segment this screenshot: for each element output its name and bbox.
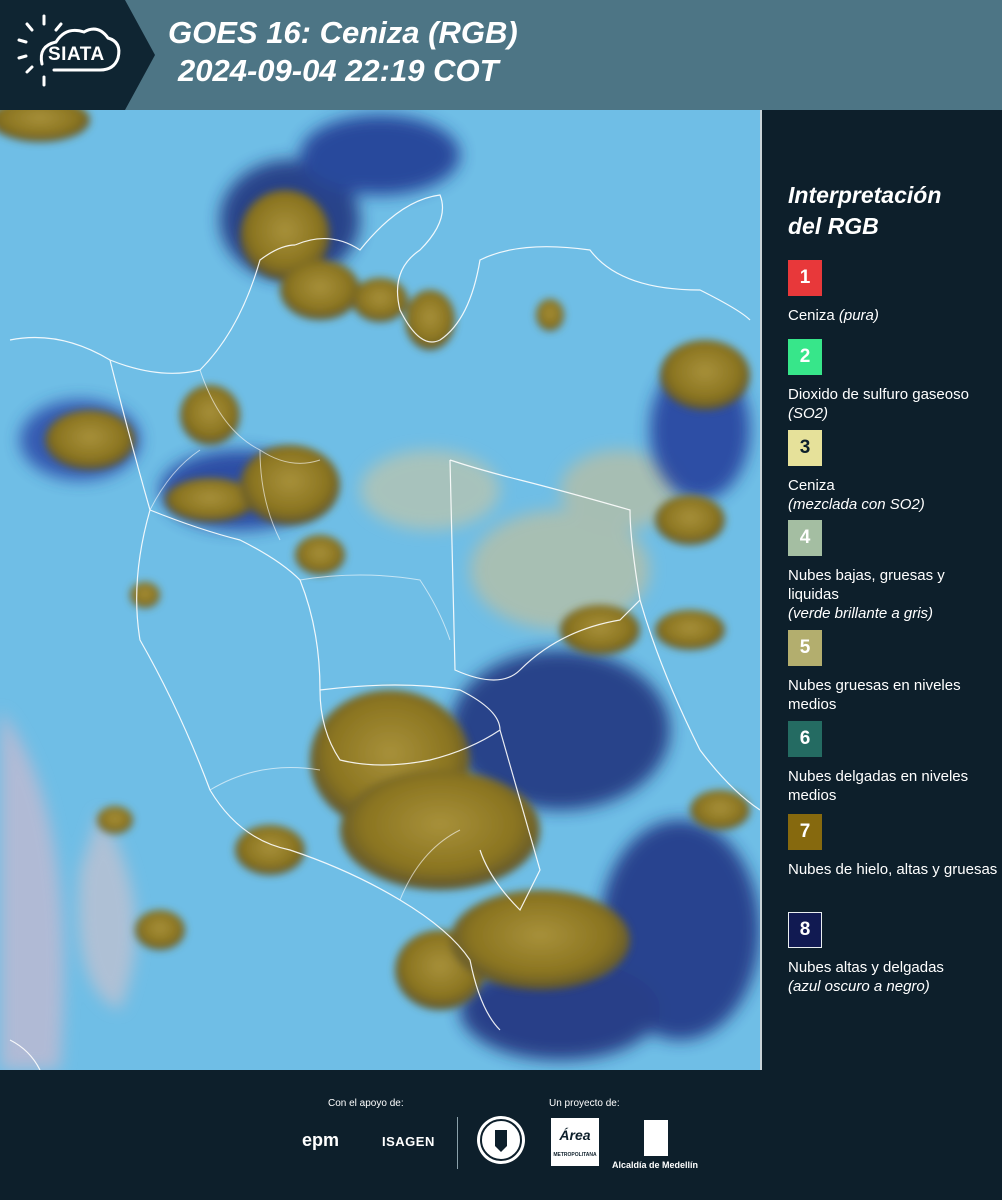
legend-item-7: 7 Nubes de hielo, altas y gruesas	[788, 814, 998, 879]
legend-label: Ceniza (pura)	[788, 306, 998, 325]
area-logo-sub: METROPOLITANA	[553, 1152, 597, 1158]
legend-label-text: Nubes bajas, gruesas y liquidas	[788, 567, 945, 603]
satellite-map	[0, 110, 760, 1070]
legend-label: Ceniza (mezclada con SO2)	[788, 476, 998, 514]
legend-note: (pura)	[838, 307, 879, 324]
legend-item-8: 8 Nubes altas y delgadas (azul oscuro a n…	[788, 912, 998, 996]
area-metropolitana-logo: Área METROPOLITANA	[551, 1118, 599, 1166]
legend-label-text: Ceniza	[788, 477, 835, 494]
legend-label-text: Nubes delgadas en niveles medios	[788, 768, 969, 804]
legend-item-5: 5 Nubes gruesas en niveles medios	[788, 630, 998, 714]
medellin-crest-icon	[644, 1120, 668, 1156]
area-logo-text: Área	[559, 1127, 591, 1143]
legend-item-2: 2 Dioxido de sulfuro gaseoso (SO2)	[788, 339, 998, 423]
legend-swatch: 1	[788, 260, 822, 296]
legend-label-text: Nubes de hielo, altas y gruesas	[788, 861, 998, 878]
project-label: Un proyecto de:	[549, 1098, 620, 1109]
legend-panel: Interpretación del RGB 1 Ceniza (pura) 2…	[760, 110, 1002, 1070]
legend-label: Nubes gruesas en niveles medios	[788, 676, 998, 714]
legend-item-6: 6 Nubes delgadas en niveles medios	[788, 721, 998, 805]
legend-label: Nubes de hielo, altas y gruesas	[788, 860, 998, 879]
footer-sponsors: Con el apoyo de: Un proyecto de: epm ISA…	[0, 1070, 1002, 1200]
seal-emblem	[480, 1119, 522, 1161]
epm-logo: epm	[302, 1130, 340, 1150]
header-bar: SIATA GOES 16: Ceniza (RGB) 2024-09-04 2…	[0, 0, 1002, 110]
title-product: GOES 16: Ceniza (RGB)	[168, 15, 518, 50]
legend-swatch: 3	[788, 430, 822, 466]
alcaldia-logo: Alcaldía de Medellín	[612, 1160, 699, 1170]
legend-item-3: 3 Ceniza (mezclada con SO2)	[788, 430, 998, 514]
legend-label-text: Nubes gruesas en niveles medios	[788, 677, 961, 713]
legend-label: Nubes bajas, gruesas y liquidas (verde br…	[788, 566, 998, 623]
ash-rgb-image	[0, 110, 760, 1070]
legend-label: Nubes altas y delgadas (azul oscuro a neg…	[788, 958, 998, 996]
legend-swatch: 7	[788, 814, 822, 850]
siata-logo: SIATA	[0, 0, 125, 110]
legend-swatch: 6	[788, 721, 822, 757]
logo-text: SIATA	[48, 44, 105, 65]
legend-item-1: 1 Ceniza (pura)	[788, 260, 998, 325]
legend-note: (azul oscuro a negro)	[788, 978, 930, 995]
legend-note: (SO2)	[788, 405, 829, 422]
isagen-logo: ISAGEN	[382, 1134, 435, 1149]
support-label: Con el apoyo de:	[328, 1098, 404, 1109]
legend-title-line1: Interpretación	[788, 182, 942, 208]
legend-swatch: 8	[788, 912, 822, 948]
logo-arrow	[125, 0, 155, 110]
legend-label: Dioxido de sulfuro gaseoso (SO2)	[788, 385, 998, 423]
legend-note: (mezclada con SO2)	[788, 496, 925, 513]
legend-swatch: 2	[788, 339, 822, 375]
legend-label-text: Dioxido de sulfuro gaseoso	[788, 386, 969, 403]
legend-swatch: 5	[788, 630, 822, 666]
page-title: GOES 16: Ceniza (RGB) 2024-09-04 22:19 C…	[168, 14, 518, 90]
title-datetime: 2024-09-04 22:19 COT	[178, 53, 499, 88]
legend-label-text: Ceniza	[788, 307, 839, 324]
footer-divider	[457, 1117, 458, 1169]
legend-swatch: 4	[788, 520, 822, 556]
legend-note: (verde brillante a gris)	[788, 605, 934, 622]
legend-item-4: 4 Nubes bajas, gruesas y liquidas (verde …	[788, 520, 998, 623]
university-seal-icon	[477, 1116, 525, 1164]
legend-title: Interpretación del RGB	[788, 180, 941, 242]
legend-label-text: Nubes altas y delgadas	[788, 959, 944, 976]
legend-label: Nubes delgadas en niveles medios	[788, 767, 998, 805]
legend-title-line2: del RGB	[788, 213, 879, 239]
